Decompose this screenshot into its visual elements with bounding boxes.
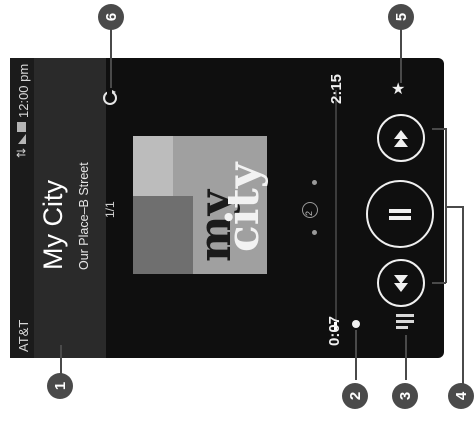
sync-icon: ⇄ — [16, 146, 27, 160]
callout-leader-1 — [60, 345, 62, 375]
callout-leader-4 — [432, 128, 446, 130]
playlist-icon[interactable] — [394, 312, 416, 334]
callout-leader-4 — [462, 206, 464, 386]
page-dot[interactable] — [312, 230, 317, 235]
page-indicator-number: 2 — [304, 210, 314, 216]
progress-track[interactable] — [335, 90, 337, 322]
callout-6: 6 — [98, 4, 124, 30]
callout-2: 2 — [342, 383, 368, 409]
callout-1: 1 — [47, 373, 73, 399]
callout-leader-3 — [405, 335, 407, 380]
carrier-label: AT&T — [16, 319, 31, 352]
elapsed-time: 0:07 — [326, 315, 343, 346]
next-icon — [394, 129, 408, 147]
callout-leader-4 — [445, 206, 463, 208]
callout-leader-2 — [355, 330, 357, 380]
callout-5: 5 — [388, 4, 414, 30]
pause-icon — [389, 206, 411, 223]
track-count: 1/1 — [103, 201, 117, 218]
callout-4: 4 — [448, 383, 474, 409]
repeat-icon[interactable] — [100, 88, 120, 108]
album-art-text-2: city — [218, 162, 269, 252]
pause-button[interactable] — [366, 180, 434, 248]
previous-icon — [394, 274, 408, 292]
total-time: 2:15 — [328, 73, 345, 104]
callout-leader-4 — [432, 282, 446, 284]
star-icon[interactable]: ★ — [391, 82, 405, 98]
progress-handle[interactable] — [352, 320, 360, 328]
next-button[interactable] — [377, 114, 425, 162]
callout-leader-6 — [110, 28, 112, 88]
battery-icon — [17, 122, 26, 132]
song-subtitle: Our Place–B Street — [77, 162, 91, 270]
previous-button[interactable] — [377, 259, 425, 307]
page-dot[interactable] — [312, 180, 317, 185]
callout-leader-5 — [400, 28, 402, 83]
song-title: My City — [38, 180, 68, 270]
callout-3: 3 — [392, 383, 418, 409]
status-time: 12:00 pm — [16, 63, 31, 118]
signal-icon — [18, 134, 26, 144]
